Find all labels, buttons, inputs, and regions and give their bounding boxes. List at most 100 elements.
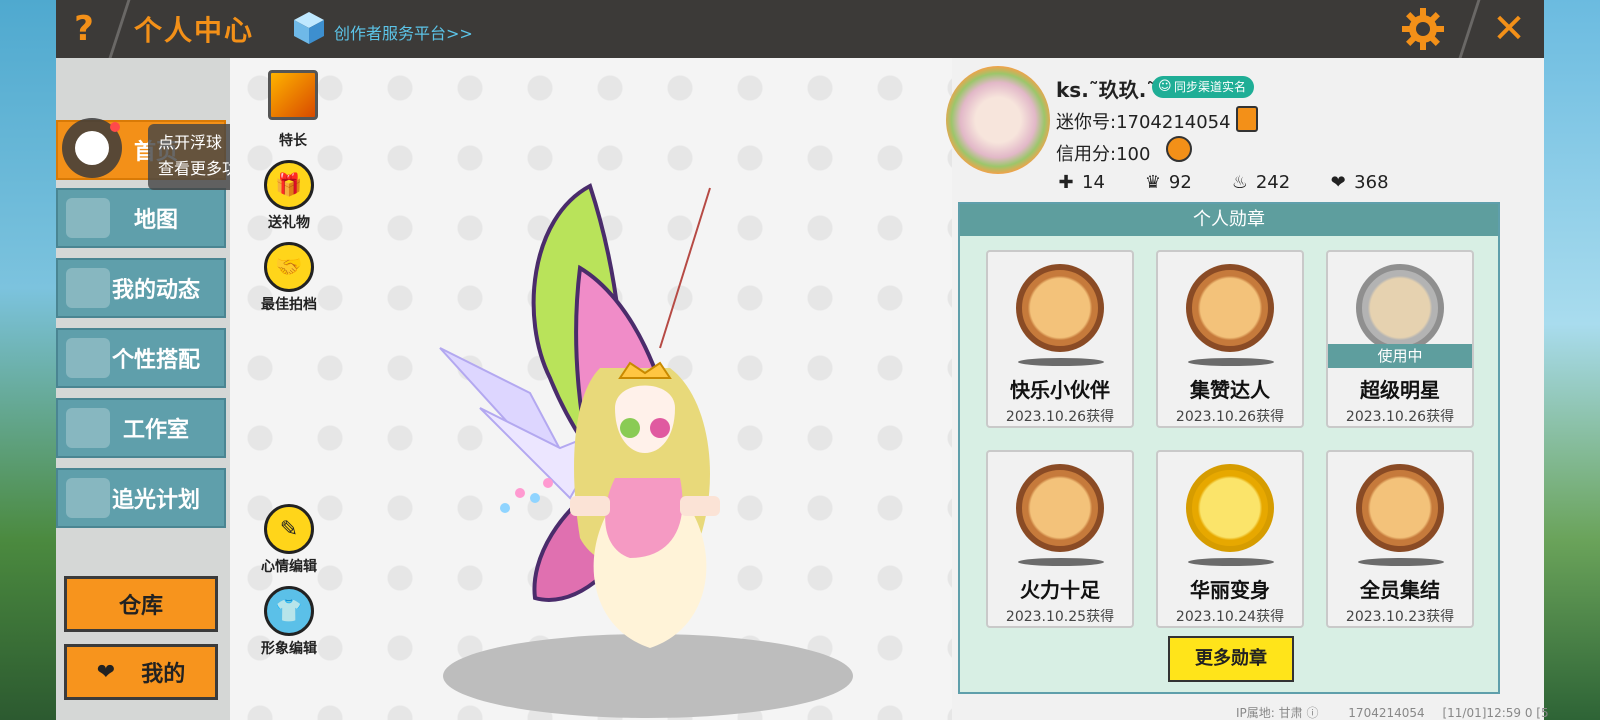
more-medals-button[interactable]: 更多勋章 <box>1168 636 1294 682</box>
menu-item-map[interactable]: 地图 <box>56 188 226 248</box>
stat-likes[interactable]: ❤ 368 <box>1328 172 1389 193</box>
footer-info: IP属地: 甘肃 ⓘ 1704214054 [11/01]12:59 0 [5 <box>1236 704 1549 720</box>
medal-card[interactable]: 集赞达人 2023.10.26获得 <box>1156 250 1304 428</box>
menu-item-label: 追光计划 <box>111 488 200 513</box>
stat-value: 242 <box>1255 172 1291 193</box>
medal-card[interactable]: 使用中 超级明星 2023.10.26获得 <box>1326 250 1474 428</box>
copy-icon[interactable] <box>1236 106 1258 132</box>
stat-popularity[interactable]: ♨ 242 <box>1230 172 1290 193</box>
stat-value: 14 <box>1082 172 1105 193</box>
divider <box>108 0 131 58</box>
specialty-icon <box>268 70 318 120</box>
page-title: 个人中心 <box>134 14 255 47</box>
specialty-button[interactable]: 特长 <box>258 70 328 150</box>
gift-button[interactable]: 🎁 送礼物 <box>254 160 324 232</box>
shirt-icon: 👕 <box>264 586 314 636</box>
medal-badge-icon <box>1356 264 1444 352</box>
close-icon[interactable]: ✕ <box>1486 6 1532 52</box>
floating-ball[interactable] <box>62 118 122 178</box>
avatar-character[interactable] <box>330 178 890 718</box>
divider <box>1458 0 1481 58</box>
game-backdrop-right <box>1544 0 1600 720</box>
mine-label: 我的 <box>141 662 186 687</box>
mine-button[interactable]: ❤ 我的 <box>64 644 218 700</box>
top-bar: ? 个人中心 创作者服务平台>> ✕ <box>56 0 1544 58</box>
profile-window: ? 个人中心 创作者服务平台>> ✕ 首页 地图 我的动态 <box>56 0 1549 720</box>
medal-name: 超级明星 <box>1360 378 1440 402</box>
medal-date: 2023.10.24获得 <box>1175 609 1285 625</box>
help-icon[interactable]: ? <box>62 6 106 52</box>
stat-value: 92 <box>1168 172 1192 193</box>
credit-info-icon[interactable] <box>1166 136 1192 162</box>
menu-item-chase-light[interactable]: 追光计划 <box>56 468 226 528</box>
info-icon[interactable]: ⓘ <box>1306 706 1322 720</box>
heart-icon: ❤ <box>96 659 116 685</box>
handshake-icon: 🤝 <box>264 242 314 292</box>
creator-platform-link[interactable]: 创作者服务平台>> <box>334 20 473 44</box>
fans-icon: ♛ <box>1144 172 1161 193</box>
medal-badge-icon <box>1186 264 1274 352</box>
medal-shadow <box>1188 358 1274 366</box>
menu-item-label: 地图 <box>133 208 178 233</box>
medal-name: 全员集结 <box>1360 578 1440 602</box>
follow-plus-icon: ✚ <box>1058 172 1074 193</box>
game-backdrop-left <box>0 0 56 720</box>
avatar[interactable] <box>946 66 1050 174</box>
menu-item-outfit[interactable]: 个性搭配 <box>56 328 226 388</box>
gear-icon[interactable] <box>1400 6 1446 52</box>
stat-fans[interactable]: ♛ 92 <box>1143 172 1192 193</box>
menu-item-feed[interactable]: 我的动态 <box>56 258 226 318</box>
stat-value: 368 <box>1354 172 1389 193</box>
in-use-label: 使用中 <box>1328 344 1472 368</box>
medal-card[interactable]: 火力十足 2023.10.25获得 <box>986 450 1134 628</box>
notification-dot <box>110 122 120 132</box>
medal-date: 2023.10.26获得 <box>1005 409 1115 425</box>
stat-follow[interactable]: ✚ 14 <box>1056 172 1105 193</box>
medal-card[interactable]: 华丽变身 2023.10.24获得 <box>1156 450 1304 628</box>
footer-time: [11/01]12:59 0 [5 <box>1442 706 1549 720</box>
profile-header: ks.˜玖玖.˜ 同步渠道实名 迷你号:1704214054 信用分:100 ✚… <box>946 66 1506 196</box>
heart-icon: ❤ <box>1330 172 1346 193</box>
menu-item-label: 个性搭配 <box>111 348 200 373</box>
image-edit-label: 形象编辑 <box>261 641 317 657</box>
menu-item-label: 工作室 <box>122 418 189 443</box>
ip-location: IP属地: 甘肃 <box>1236 706 1303 720</box>
edit-icon: ✎ <box>264 504 314 554</box>
best-partner-button[interactable]: 🤝 最佳拍档 <box>254 242 324 314</box>
gift-label: 送礼物 <box>268 215 310 231</box>
mood-edit-button[interactable]: ✎ 心情编辑 <box>254 504 324 576</box>
character-stage: 特长 🎁 送礼物 🤝 最佳拍档 ✎ 心情编辑 👕 形象编辑 <box>230 58 952 720</box>
stats-row: ✚ 14 ♛ 92 ♨ 242 ❤ 368 <box>1056 172 1427 193</box>
medal-card[interactable]: 全员集结 2023.10.23获得 <box>1326 450 1474 628</box>
footer-id: 1704214054 <box>1348 706 1425 720</box>
medal-badge-icon <box>1186 464 1274 552</box>
warehouse-button[interactable]: 仓库 <box>64 576 218 632</box>
medal-date: 2023.10.26获得 <box>1345 409 1455 425</box>
medal-badge-icon <box>1356 464 1444 552</box>
medal-badge-icon <box>1016 464 1104 552</box>
best-partner-label: 最佳拍档 <box>261 297 317 313</box>
floating-ball-dot <box>75 131 109 165</box>
fire-icon: ♨ <box>1231 172 1248 193</box>
mood-edit-label: 心情编辑 <box>261 559 317 575</box>
medal-date: 2023.10.25获得 <box>1005 609 1115 625</box>
menu-item-studio[interactable]: 工作室 <box>56 398 226 458</box>
credit-score: 信用分:100 <box>1056 144 1151 165</box>
medal-name: 集赞达人 <box>1190 378 1270 402</box>
username: ks.˜玖玖.˜ <box>1056 78 1157 102</box>
medal-name: 快乐小伙伴 <box>1010 378 1110 402</box>
medal-date: 2023.10.26获得 <box>1175 409 1285 425</box>
medal-badge-icon <box>1016 264 1104 352</box>
cube-icon[interactable] <box>292 10 326 46</box>
medal-shadow <box>1018 558 1104 566</box>
medal-shadow <box>1018 358 1104 366</box>
mini-id: 迷你号:1704214054 <box>1056 112 1231 133</box>
medal-card[interactable]: 快乐小伙伴 2023.10.26获得 <box>986 250 1134 428</box>
realname-badge[interactable]: 同步渠道实名 <box>1152 76 1255 98</box>
medal-name: 华丽变身 <box>1190 578 1270 602</box>
medal-name: 火力十足 <box>1020 578 1100 602</box>
image-edit-button[interactable]: 👕 形象编辑 <box>254 586 324 658</box>
warehouse-label: 仓库 <box>118 594 163 619</box>
medal-shadow <box>1188 558 1274 566</box>
medal-shadow <box>1358 558 1444 566</box>
